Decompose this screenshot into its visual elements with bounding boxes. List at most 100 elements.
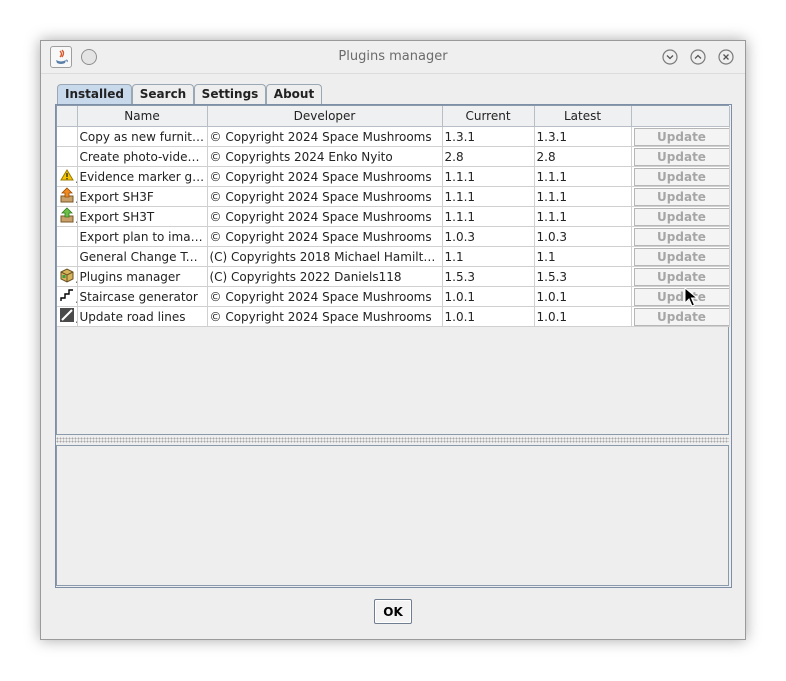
plugins-table-scrollpane[interactable]: Name Developer Current Latest Copy as ne…: [56, 105, 730, 435]
plugins-table: Name Developer Current Latest Copy as ne…: [57, 106, 730, 327]
update-button[interactable]: Update: [633, 187, 728, 206]
update-cell: Update: [631, 206, 730, 227]
title-bar[interactable]: Plugins manager: [41, 41, 745, 74]
plugin-developer-cell[interactable]: © Copyright 2024 Space Mushrooms: [207, 286, 443, 307]
split-pane-divider[interactable]: [56, 437, 729, 443]
table-header-row: Name Developer Current Latest: [57, 106, 730, 127]
table-row[interactable]: General Change Text... (C) Copyrights 201…: [57, 246, 730, 267]
table-row[interactable]: Plugins manager (C) Copyrights 2022 Danie…: [57, 266, 730, 287]
update-button[interactable]: Update: [633, 267, 728, 286]
export-sh3t-icon: [57, 206, 78, 227]
plugin-name-cell[interactable]: Export plan to image: [77, 226, 208, 247]
plugin-current-version-cell[interactable]: 1.1.1: [442, 206, 535, 227]
plugin-current-version-cell[interactable]: 1.0.3: [442, 226, 535, 247]
plugin-name-cell[interactable]: Export SH3F: [77, 186, 208, 207]
update-button[interactable]: Update: [633, 227, 728, 246]
update-cell: Update: [631, 226, 730, 247]
plugin-developer-cell[interactable]: © Copyright 2024 Space Mushrooms: [207, 166, 443, 187]
update-cell: Update: [631, 246, 730, 267]
header-name[interactable]: Name: [77, 106, 208, 127]
plugin-description-area[interactable]: [56, 445, 729, 586]
icon-cell: [57, 226, 78, 247]
plugin-current-version-cell[interactable]: 1.1.1: [442, 166, 535, 187]
close-button[interactable]: [718, 49, 734, 65]
plugin-latest-version-cell[interactable]: 1.1.1: [534, 166, 632, 187]
plugin-name-cell[interactable]: Create photo-video r...: [77, 146, 208, 167]
plugin-developer-cell[interactable]: © Copyrights 2024 Enko Nyito: [207, 146, 443, 167]
header-action[interactable]: [631, 106, 730, 127]
table-row[interactable]: Create photo-video r... © Copyrights 2024…: [57, 146, 730, 167]
icon-cell: [57, 126, 78, 147]
maximize-button[interactable]: [690, 49, 706, 65]
header-icon[interactable]: [57, 106, 78, 127]
window-title: Plugins manager: [338, 49, 448, 64]
update-button[interactable]: Update: [633, 287, 728, 306]
update-button[interactable]: Update: [633, 247, 728, 266]
plugin-developer-cell[interactable]: (C) Copyrights 2022 Daniels118: [207, 266, 443, 287]
plugin-latest-version-cell[interactable]: 1.3.1: [534, 126, 632, 147]
plugin-latest-version-cell[interactable]: 2.8: [534, 146, 632, 167]
table-row[interactable]: Export SH3T © Copyright 2024 Space Mushro…: [57, 206, 730, 227]
update-button[interactable]: Update: [633, 127, 728, 146]
update-button[interactable]: Update: [633, 167, 728, 186]
table-row[interactable]: Evidence marker gen... © Copyright 2024 S…: [57, 166, 730, 187]
table-row[interactable]: Update road lines © Copyright 2024 Space …: [57, 306, 730, 327]
plugin-current-version-cell[interactable]: 1.0.1: [442, 306, 535, 327]
table-row[interactable]: Export plan to image © Copyright 2024 Spa…: [57, 226, 730, 247]
plugin-current-version-cell[interactable]: 2.8: [442, 146, 535, 167]
plugin-developer-cell[interactable]: © Copyright 2024 Space Mushrooms: [207, 226, 443, 247]
plugin-name-cell[interactable]: General Change Text...: [77, 246, 208, 267]
update-button[interactable]: Update: [633, 147, 728, 166]
tab-settings[interactable]: Settings: [194, 84, 266, 104]
plugin-name-cell[interactable]: Plugins manager: [77, 266, 208, 287]
road-lines-icon: [57, 306, 78, 327]
update-cell: Update: [631, 166, 730, 187]
plugin-name-cell[interactable]: Update road lines: [77, 306, 208, 327]
update-button[interactable]: Update: [633, 307, 728, 326]
plugin-developer-cell[interactable]: © Copyright 2024 Space Mushrooms: [207, 126, 443, 147]
header-latest[interactable]: Latest: [534, 106, 632, 127]
header-developer[interactable]: Developer: [207, 106, 443, 127]
plugin-current-version-cell[interactable]: 1.0.1: [442, 286, 535, 307]
minimize-button[interactable]: [662, 49, 678, 65]
header-current[interactable]: Current: [442, 106, 535, 127]
plugin-developer-cell[interactable]: © Copyright 2024 Space Mushrooms: [207, 206, 443, 227]
plugin-latest-version-cell[interactable]: 1.1.1: [534, 206, 632, 227]
plugin-developer-cell[interactable]: (C) Copyrights 2018 Michael Hamilton (..…: [207, 246, 443, 267]
plugin-latest-version-cell[interactable]: 1.0.1: [534, 286, 632, 307]
plugin-developer-cell[interactable]: © Copyright 2024 Space Mushrooms: [207, 306, 443, 327]
plugin-current-version-cell[interactable]: 1.3.1: [442, 126, 535, 147]
export-sh3f-icon: [57, 186, 78, 207]
update-cell: Update: [631, 146, 730, 167]
plugin-current-version-cell[interactable]: 1.1.1: [442, 186, 535, 207]
plugin-latest-version-cell[interactable]: 1.0.1: [534, 306, 632, 327]
plugin-current-version-cell[interactable]: 1.5.3: [442, 266, 535, 287]
tab-about[interactable]: About: [266, 84, 322, 104]
plugin-current-version-cell[interactable]: 1.1: [442, 246, 535, 267]
plugins-manager-window: Plugins manager Installed Search Setting…: [40, 40, 746, 640]
update-cell: Update: [631, 286, 730, 307]
update-cell: Update: [631, 306, 730, 327]
plugin-latest-version-cell[interactable]: 1.0.3: [534, 226, 632, 247]
table-row[interactable]: Export SH3F © Copyright 2024 Space Mushro…: [57, 186, 730, 207]
icon-cell: [57, 146, 78, 167]
plugin-developer-cell[interactable]: © Copyright 2024 Space Mushrooms: [207, 186, 443, 207]
update-button[interactable]: Update: [633, 207, 728, 226]
plugin-latest-version-cell[interactable]: 1.1: [534, 246, 632, 267]
tab-installed[interactable]: Installed: [57, 84, 132, 104]
update-cell: Update: [631, 126, 730, 147]
table-row[interactable]: Staircase generator © Copyright 2024 Spac…: [57, 286, 730, 307]
update-cell: Update: [631, 186, 730, 207]
evidence-marker-icon: [57, 166, 78, 187]
mouse-cursor-icon: [684, 287, 698, 307]
plugin-name-cell[interactable]: Evidence marker gen...: [77, 166, 208, 187]
update-cell: Update: [631, 266, 730, 287]
ok-button[interactable]: OK: [374, 599, 412, 624]
tab-search[interactable]: Search: [132, 84, 194, 104]
plugin-name-cell[interactable]: Copy as new furniture: [77, 126, 208, 147]
plugin-latest-version-cell[interactable]: 1.1.1: [534, 186, 632, 207]
plugin-latest-version-cell[interactable]: 1.5.3: [534, 266, 632, 287]
plugin-name-cell[interactable]: Staircase generator: [77, 286, 208, 307]
table-row[interactable]: Copy as new furniture © Copyright 2024 Sp…: [57, 126, 730, 147]
plugin-name-cell[interactable]: Export SH3T: [77, 206, 208, 227]
